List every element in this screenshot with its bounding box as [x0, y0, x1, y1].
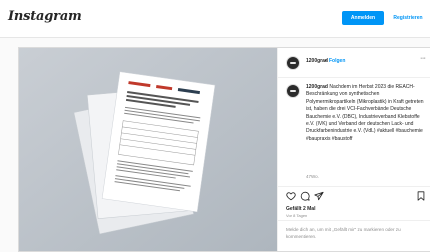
heart-icon[interactable] — [286, 191, 296, 201]
follow-button[interactable]: Folgen — [329, 58, 345, 64]
post-header: 1200grad • Folgen ··· — [278, 48, 430, 78]
bookmark-icon[interactable] — [416, 191, 426, 201]
post-date: Vor 8 Tagen — [286, 213, 308, 218]
caption-timestamp: 47Wo. — [306, 174, 319, 179]
avatar[interactable] — [286, 56, 300, 70]
signup-link[interactable]: Registrieren — [388, 11, 428, 25]
action-bar — [278, 186, 430, 201]
more-icon[interactable]: ··· — [420, 55, 426, 62]
document-photo — [19, 48, 277, 251]
login-prompt: Melde dich an, um mit „Gefällt mir“ zu m… — [278, 220, 430, 251]
caption-username[interactable]: 1200grad — [306, 84, 328, 90]
share-icon[interactable] — [314, 191, 324, 201]
top-navigation-bar: Instagram Anmelden Registrieren — [0, 0, 430, 38]
post-caption: 1200grad Nachdem im Herbst 2023 die REAC… — [306, 84, 426, 143]
caption-avatar[interactable] — [286, 84, 300, 98]
login-button[interactable]: Anmelden — [342, 11, 384, 25]
post-image[interactable] — [19, 48, 277, 251]
caption-text: Nachdem im Herbst 2023 die REACH-Beschrä… — [306, 84, 424, 142]
comment-icon[interactable] — [300, 191, 310, 201]
instagram-logo[interactable]: Instagram — [8, 9, 82, 24]
post-card: 1200grad • Folgen ··· 1200grad Nachdem i… — [18, 47, 430, 252]
separator-dot: • — [325, 58, 327, 64]
post-sidebar: 1200grad • Folgen ··· 1200grad Nachdem i… — [277, 48, 430, 251]
login-prompt-text: Melde dich an, um mit „Gefällt mir“ zu m… — [286, 227, 401, 239]
front-document-sheet — [101, 71, 216, 213]
likes-count[interactable]: Gefällt 2 Mal — [286, 206, 315, 212]
